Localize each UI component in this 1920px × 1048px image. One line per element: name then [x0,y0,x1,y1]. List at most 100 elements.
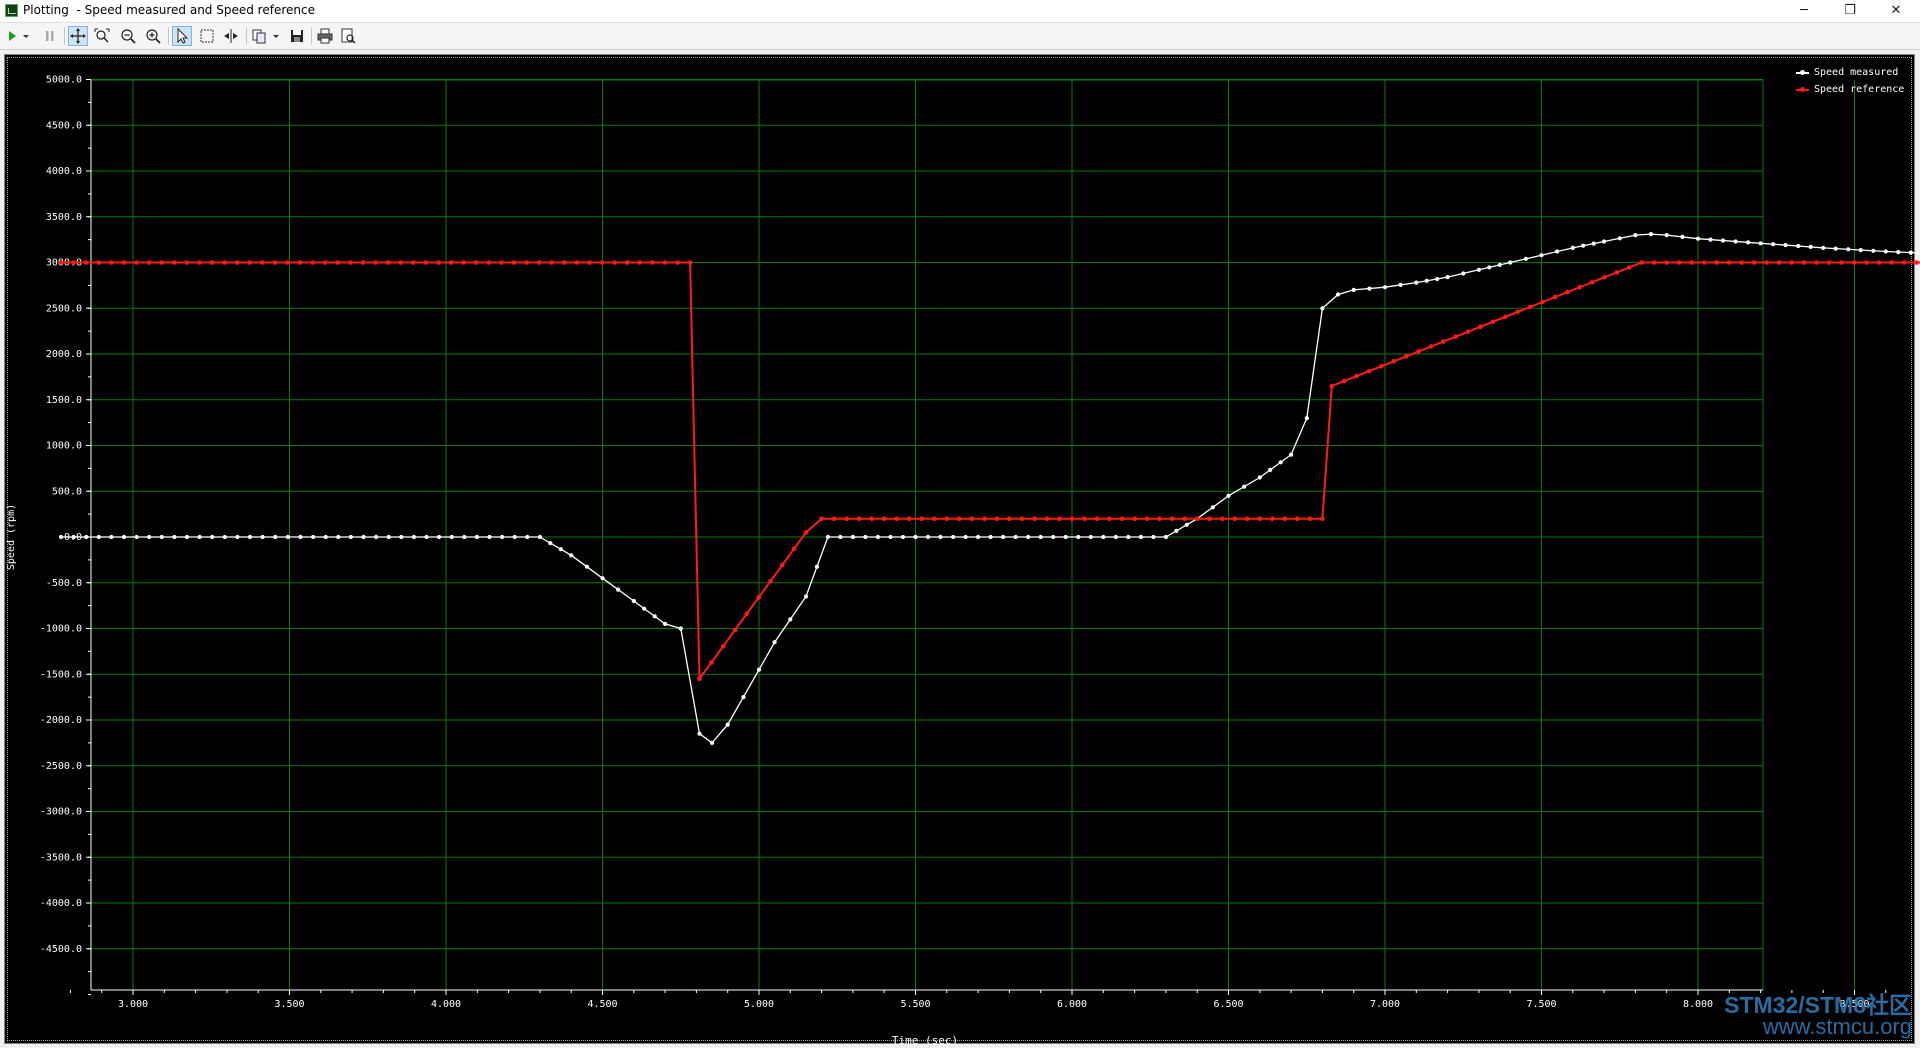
data-point [697,731,702,736]
data-point [1515,309,1520,315]
data-point [780,562,785,568]
legend: Speed measured Speed reference [1794,64,1904,98]
legend-label: Speed measured [1814,67,1899,78]
data-point [1194,516,1200,521]
data-point [1367,286,1372,291]
data-point [549,260,554,265]
data-point [1808,244,1813,249]
data-point [1733,239,1738,244]
data-point [511,260,517,265]
data-point [109,534,114,540]
data-point [322,260,328,265]
data-point [1651,260,1657,265]
y-tick-label: 5000.0 [46,75,82,86]
data-point [1602,275,1607,280]
data-point [1552,294,1558,300]
data-point [1329,383,1335,389]
data-point [1851,260,1857,265]
data-point [913,534,918,540]
data-point [744,611,750,617]
data-point [894,516,899,521]
data-point [1157,516,1162,521]
data-point [84,534,89,540]
data-point [222,534,227,540]
data-point [1257,475,1262,480]
data-point [663,621,668,627]
data-point [272,260,278,265]
data-point [1508,260,1513,265]
data-point [1032,516,1037,521]
axes: 5000.04500.04000.03500.03000.02500.02000… [40,75,1918,1010]
data-point [1289,452,1294,457]
data-point [121,260,127,265]
data-point [1539,253,1544,258]
legend-item-speed-reference[interactable]: Speed reference [1794,81,1904,98]
data-point [525,534,530,540]
data-point [1063,534,1068,540]
data-point [423,260,429,265]
data-point [844,516,849,521]
data-point [311,534,316,540]
data-point [932,516,937,521]
data-point [273,534,278,540]
x-tick-label: 4.500 [587,999,617,1010]
data-point [58,534,64,540]
data-point [399,534,404,540]
data-point [373,260,378,265]
data-point [982,516,987,521]
data-point [209,260,215,265]
data-point [323,534,328,540]
y-tick-label: 500.0 [52,486,82,497]
data-point [1758,241,1763,246]
data-point [814,564,820,569]
data-point [925,534,931,540]
data-point [1883,249,1888,254]
y-tick-label: -500.0 [46,578,82,589]
data-point [1871,248,1876,253]
data-point [1282,516,1288,521]
data-point [1107,516,1112,521]
data-point [1174,528,1179,534]
data-point [631,598,636,604]
data-point [1476,267,1481,272]
grid [90,79,1855,991]
legend-item-speed-measured[interactable]: Speed measured [1794,64,1904,81]
data-point [512,534,517,540]
data-point [1565,289,1570,295]
data-point [768,578,773,584]
data-point [1523,256,1528,261]
data-point [616,587,621,592]
x-tick-label: 6.500 [1213,999,1243,1010]
data-point [720,644,726,649]
data-point [791,546,797,551]
data-point [1465,329,1471,335]
data-point [436,260,441,265]
x-tick-label: 4.000 [431,999,461,1010]
data-point [652,614,657,619]
data-point [1821,245,1826,250]
data-point [976,534,981,540]
data-point [1676,260,1682,265]
data-point [732,627,738,633]
data-point [1614,270,1620,275]
data-point [1783,243,1788,248]
data-point [650,260,655,265]
data-point [1304,416,1309,421]
data-point [1689,260,1694,265]
data-point [96,260,102,265]
data-point [1487,265,1492,270]
data-point [260,260,265,265]
data-point [96,534,101,540]
data-point [856,516,862,521]
data-point [1270,516,1275,521]
data-point [756,595,761,600]
data-point [863,534,868,540]
x-tick-label: 7.000 [1370,999,1400,1010]
data-point [788,617,793,622]
data-point [348,534,353,540]
data-point [335,260,341,265]
data-point [348,260,353,265]
data-point [1789,260,1794,265]
data-point [424,534,429,540]
data-point [1132,516,1137,521]
